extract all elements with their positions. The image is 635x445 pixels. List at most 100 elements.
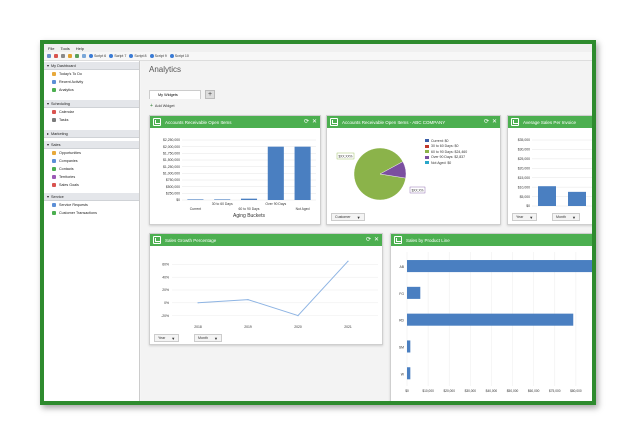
- bar: [294, 146, 311, 200]
- close-icon[interactable]: ✕: [492, 118, 497, 125]
- companies-icon: [52, 159, 56, 163]
- sidebar-item-tasks[interactable]: Tasks: [44, 116, 139, 124]
- ar-abc-pie-chart: $XX.XX% $XX.X%: [336, 147, 426, 201]
- goals-icon: [52, 183, 56, 187]
- search-icon[interactable]: [82, 54, 86, 58]
- sidebar-item-service-requests[interactable]: Service Requests: [44, 201, 139, 209]
- sidebar-group-dashboard: ▾ My Dashboard Today's To Do Recent Activ…: [44, 62, 139, 94]
- bar: [407, 340, 411, 353]
- y-tick-label: FG: [399, 292, 404, 296]
- y-tick-label: $750,000: [166, 178, 180, 182]
- sidebar-item-companies[interactable]: Companies: [44, 157, 139, 165]
- menu-tools[interactable]: Tools: [60, 46, 69, 51]
- menu-file[interactable]: File: [48, 46, 54, 51]
- sidebar-item-customer-transactions[interactable]: Customer Transactions: [44, 209, 139, 217]
- x-tick-label: $30,000: [465, 389, 477, 393]
- tab-my-widgets[interactable]: My Widgets: [149, 90, 201, 99]
- x-tick-label: Over 90 Days: [265, 202, 286, 206]
- add-widget-button[interactable]: + Add Widget: [150, 103, 175, 109]
- widget-ar-open-items-abc: Accounts Receivable Open Items - ABC COM…: [326, 115, 501, 225]
- x-tick-label: Current: [190, 207, 201, 211]
- sidebar-item-calendar[interactable]: Calendar: [44, 108, 139, 116]
- x-tick-label: 2019: [244, 325, 252, 329]
- chart-icon: [394, 236, 402, 244]
- refresh-icon[interactable]: ⟳: [484, 118, 489, 125]
- contacts-icon: [52, 167, 56, 171]
- script-7-button[interactable]: Script 7: [109, 54, 126, 58]
- sidebar-item-recent-activity[interactable]: Recent Activity: [44, 78, 139, 86]
- sidebar-item-contacts[interactable]: Contacts: [44, 165, 139, 173]
- y-tick-label: $25,000: [518, 157, 530, 161]
- widget-tabs: My Widgets +: [149, 90, 215, 99]
- sales-growth-chart: -20% 0% 20% 40% 60% 2018 2019 2020 2021: [161, 260, 378, 329]
- sidebar-header-scheduling[interactable]: ▾ Scheduling: [44, 100, 139, 108]
- sidebar-item-opportunities[interactable]: Opportunities: [44, 149, 139, 157]
- legend-label: 30 to 60 Days: $0: [431, 144, 459, 149]
- widget-header: Average Sales Per Invoice: [508, 116, 592, 128]
- legend-item: 60 to 90 Days: $24,460: [425, 149, 467, 155]
- todo-icon: [52, 72, 56, 76]
- y-tick-label: 20%: [162, 288, 169, 292]
- folder-icon[interactable]: [68, 54, 72, 58]
- filter-icon: ▼: [356, 214, 361, 220]
- menu-help[interactable]: Help: [76, 46, 84, 51]
- refresh-icon[interactable]: ⟳: [304, 118, 309, 125]
- print-icon[interactable]: [61, 54, 65, 58]
- y-tick-label: RD: [399, 319, 404, 323]
- script-9-button[interactable]: Script 9: [149, 54, 167, 58]
- sidebar-header-marketing[interactable]: ▸ Marketing: [44, 130, 139, 138]
- back-icon[interactable]: [47, 54, 51, 58]
- close-icon[interactable]: [54, 54, 58, 58]
- page-title: Analytics: [149, 65, 182, 74]
- sidebar-item-analytics[interactable]: Analytics: [44, 86, 139, 94]
- sidebar-header-my-dashboard[interactable]: ▾ My Dashboard: [44, 62, 139, 70]
- bar: [407, 313, 574, 326]
- year-filter[interactable]: Year ▼: [512, 213, 538, 221]
- legend-swatch: [425, 161, 429, 165]
- y-tick-label: AB: [399, 265, 404, 269]
- y-tick-label: $2,250,000: [163, 138, 180, 142]
- sidebar-header-sales[interactable]: ▾ Sales: [44, 141, 139, 149]
- add-tab-button[interactable]: +: [205, 90, 215, 99]
- month-filter[interactable]: Month ▼: [194, 334, 222, 342]
- chart-icon: [153, 236, 161, 244]
- customer-filter[interactable]: Customer ▼: [331, 213, 365, 221]
- legend-label: Current: $0: [431, 138, 449, 143]
- y-tick-label: $5,000: [520, 195, 530, 199]
- bar: [407, 367, 411, 380]
- x-tick-label: 2018: [194, 325, 202, 329]
- close-icon[interactable]: ✕: [374, 236, 379, 243]
- month-filter[interactable]: Month ▼: [552, 213, 580, 221]
- widget-title: Accounts Receivable Open Items: [165, 119, 232, 125]
- y-tick-label: $10,000: [518, 185, 530, 189]
- script-10-button[interactable]: Script 10: [169, 54, 189, 58]
- bar: [267, 146, 284, 200]
- year-filter[interactable]: Year ▼: [154, 334, 180, 342]
- script-8-button[interactable]: Script 8: [129, 54, 147, 58]
- widget-average-sales: Average Sales Per Invoice $0 $5,000 $10,00…: [507, 115, 592, 225]
- sidebar-group-sales: ▾ Sales Opportunities Companies Contacts …: [44, 141, 139, 189]
- sidebar-item-territories[interactable]: Territories: [44, 173, 139, 181]
- sidebar-item-todays-to-do[interactable]: Today's To Do: [44, 70, 139, 78]
- collapse-icon: ▾: [47, 101, 50, 106]
- data-point: [197, 302, 199, 304]
- toolbar: Script 6 Script 7 Script 8 Script 9 Scri…: [44, 52, 592, 61]
- close-icon[interactable]: ✕: [312, 118, 317, 125]
- widget-title: Average Sales Per Invoice: [523, 119, 576, 125]
- money-bag-icon: [330, 118, 338, 126]
- sidebar-item-sales-goals[interactable]: Sales Goals: [44, 181, 139, 189]
- refresh-icon[interactable]: [75, 54, 79, 58]
- y-tick-label: $0: [526, 204, 530, 208]
- refresh-icon[interactable]: ⟳: [366, 236, 371, 243]
- y-tick-label: $30,000: [518, 148, 530, 152]
- script-icon: [169, 54, 174, 58]
- menubar: File Tools Help: [44, 44, 592, 52]
- main-panel: Analytics My Widgets + + Add Widget Accou…: [141, 61, 592, 401]
- script-icon: [129, 54, 134, 58]
- y-tick-label: $1,500,000: [163, 158, 180, 162]
- bar: [214, 199, 231, 200]
- sidebar-header-service[interactable]: ▾ Service: [44, 193, 139, 201]
- script-6-button[interactable]: Script 6: [89, 54, 106, 58]
- widget-sales-by-product: Sales by Product Line $0 $10,000 $20,000 $3…: [390, 233, 592, 401]
- script-icon: [109, 54, 114, 58]
